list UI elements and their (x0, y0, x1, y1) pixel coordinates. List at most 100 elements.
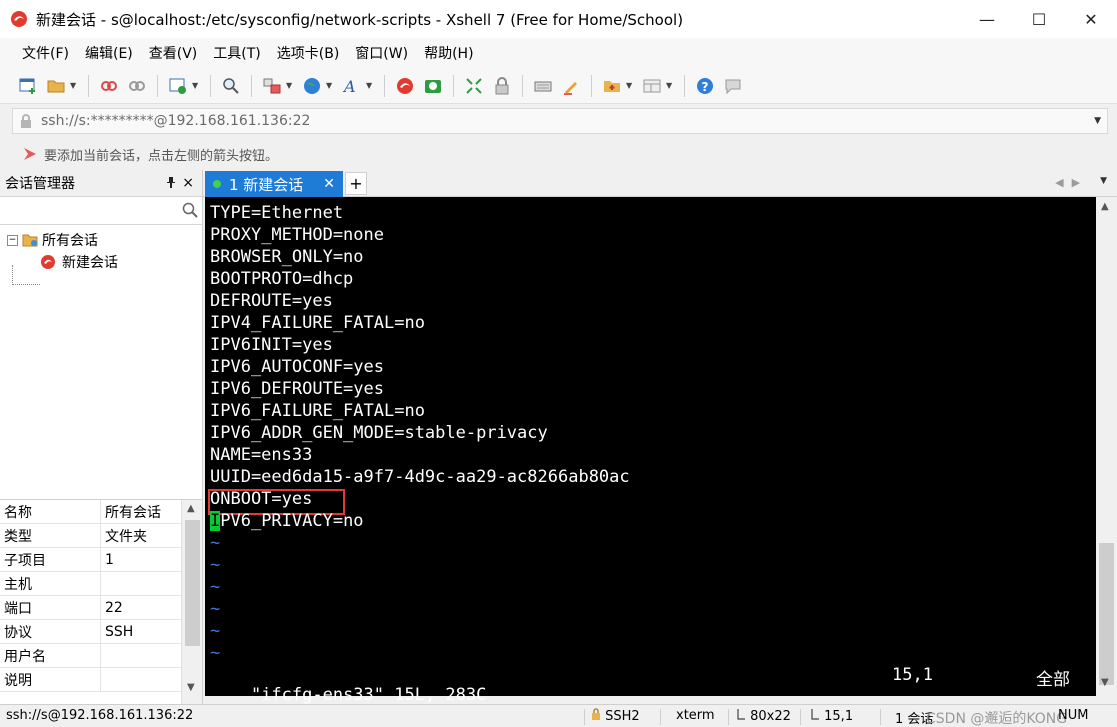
tree-collapse-toggle[interactable]: − (7, 234, 18, 246)
add-folder-icon[interactable] (601, 75, 623, 97)
terminal-line: NAME=ens33 (210, 445, 313, 465)
svg-text:A: A (342, 77, 356, 96)
tree-item-label: 新建会话 (62, 255, 118, 271)
property-row: 子项目 1 (0, 548, 202, 572)
terminal-line: DEFROUTE=yes (210, 291, 333, 311)
property-row: 用户名 (0, 644, 202, 668)
terminal-line-text: PV6_PRIVACY=no (220, 511, 364, 531)
property-value (101, 668, 181, 691)
tab-new-session[interactable]: 1 新建会话 ✕ (205, 171, 343, 197)
chevron-down-icon[interactable]: ▼ (70, 81, 78, 90)
add-session-arrow-icon[interactable] (22, 146, 38, 162)
property-row: 主机 (0, 572, 202, 596)
session-manager-panel: 会话管理器 × − 所有会话 新建会话 名称 所有会话 类型 文件夹 子项目 1… (0, 170, 203, 705)
status-terminal-size: 80x22 (736, 708, 791, 724)
tilde-marker: ~ (210, 599, 221, 619)
panel-close-button[interactable]: × (182, 175, 194, 191)
scrollbar-thumb[interactable] (1099, 543, 1114, 685)
properties-icon[interactable] (167, 75, 189, 97)
tree-item-all-sessions[interactable]: − 所有会话 (0, 229, 202, 251)
status-protocol-text: SSH2 (605, 709, 640, 724)
chevron-down-icon[interactable]: ▼ (366, 81, 374, 90)
scroll-up-icon[interactable]: ▲ (1101, 201, 1109, 212)
help-icon[interactable]: ? (694, 75, 716, 97)
tab-prev-icon[interactable]: ◀ (1055, 176, 1063, 189)
tab-close-button[interactable]: ✕ (323, 176, 335, 192)
disconnect-icon[interactable] (98, 75, 120, 97)
tilde-marker: ~ (210, 577, 221, 597)
terminal-screen[interactable]: TYPE=Ethernet PROXY_METHOD=none BROWSER_… (205, 197, 1096, 705)
tree-item-label: 所有会话 (42, 233, 98, 249)
tab-next-icon[interactable]: ▶ (1072, 176, 1080, 189)
toolbar-divider (157, 74, 158, 97)
link-icon[interactable] (126, 75, 148, 97)
search-icon[interactable] (182, 202, 198, 218)
scroll-down-icon[interactable]: ▼ (187, 682, 195, 693)
scroll-down-icon[interactable]: ▼ (1101, 677, 1109, 688)
window-layout-icon[interactable] (641, 75, 663, 97)
menu-help[interactable]: 帮助(H) (416, 43, 481, 63)
chevron-down-icon[interactable]: ▼ (666, 81, 674, 90)
scroll-up-icon[interactable]: ▲ (187, 503, 195, 514)
terminal-scrollbar[interactable]: ▲ ▼ (1096, 197, 1117, 696)
layout-icon[interactable] (261, 75, 283, 97)
scrollbar-thumb[interactable] (185, 520, 200, 646)
status-connection: ssh://s@192.168.161.136:22 (6, 708, 194, 723)
menu-file[interactable]: 文件(F) (14, 43, 77, 63)
terminal-line-cursor: IPV6_PRIVACY=no (210, 510, 364, 532)
chat-icon[interactable] (722, 75, 744, 97)
property-row: 说明 (0, 668, 202, 692)
chevron-down-icon[interactable]: ▼ (326, 81, 334, 90)
close-button[interactable]: ✕ (1065, 0, 1117, 38)
globe-icon[interactable] (301, 75, 323, 97)
tree-item-new-session[interactable]: 新建会话 (0, 251, 202, 273)
menu-edit[interactable]: 编辑(E) (77, 43, 141, 63)
session-search-input[interactable] (0, 198, 180, 223)
terminal-line: BOOTPROTO=dhcp (210, 269, 354, 289)
minimize-button[interactable]: — (961, 0, 1013, 38)
resize-icon (737, 709, 745, 720)
xftp-icon[interactable] (422, 75, 444, 97)
font-icon[interactable]: A (341, 75, 363, 97)
properties-scrollbar[interactable]: ▲ ▼ (181, 500, 202, 705)
add-tab-button[interactable]: + (345, 172, 367, 195)
toolbar-divider (88, 74, 89, 97)
property-value (101, 572, 181, 595)
lock-icon[interactable] (491, 75, 513, 97)
property-key: 用户名 (0, 644, 101, 667)
tab-navigation: ◀ ▶ ▼ (1055, 176, 1107, 189)
cursor-icon (811, 709, 819, 720)
property-row: 端口 22 (0, 596, 202, 620)
chevron-down-icon[interactable]: ▼ (192, 81, 200, 90)
menu-tabs[interactable]: 选项卡(B) (269, 43, 348, 63)
status-divider (660, 709, 661, 725)
terminal-line: IPV6_AUTOCONF=yes (210, 357, 384, 377)
menu-window[interactable]: 窗口(W) (347, 43, 416, 63)
session-search (0, 197, 202, 225)
pin-icon[interactable] (166, 176, 176, 191)
toolbar: ▼ ▼ ▼ ▼ A ▼ ▼ ▼ ? (0, 68, 1117, 104)
address-input[interactable]: ssh://s:*********@192.168.161.136:22 ▼ (12, 108, 1108, 134)
keyboard-icon[interactable] (532, 75, 554, 97)
menu-view[interactable]: 查看(V) (141, 43, 206, 63)
property-value: SSH (105, 623, 134, 640)
menu-tools[interactable]: 工具(T) (205, 43, 268, 63)
toolbar-divider (453, 74, 454, 97)
chevron-down-icon[interactable]: ▼ (626, 81, 634, 90)
chevron-down-icon[interactable]: ▼ (286, 81, 294, 90)
new-session-icon[interactable] (17, 75, 39, 97)
xshell-icon[interactable] (394, 75, 416, 97)
toolbar-divider (251, 74, 252, 97)
highlight-icon[interactable] (560, 75, 582, 97)
find-icon[interactable] (220, 75, 242, 97)
chevron-down-icon[interactable]: ▼ (1094, 116, 1101, 126)
fullscreen-icon[interactable] (463, 75, 485, 97)
maximize-button[interactable]: ☐ (1013, 0, 1065, 38)
property-key: 类型 (0, 524, 101, 547)
xshell-logo-icon (11, 11, 27, 27)
tab-list-icon[interactable]: ▼ (1100, 176, 1107, 189)
open-folder-icon[interactable] (45, 75, 67, 97)
svg-text:?: ? (702, 80, 709, 94)
status-terminal-size-text: 80x22 (750, 709, 791, 724)
tilde-marker: ~ (210, 643, 221, 663)
